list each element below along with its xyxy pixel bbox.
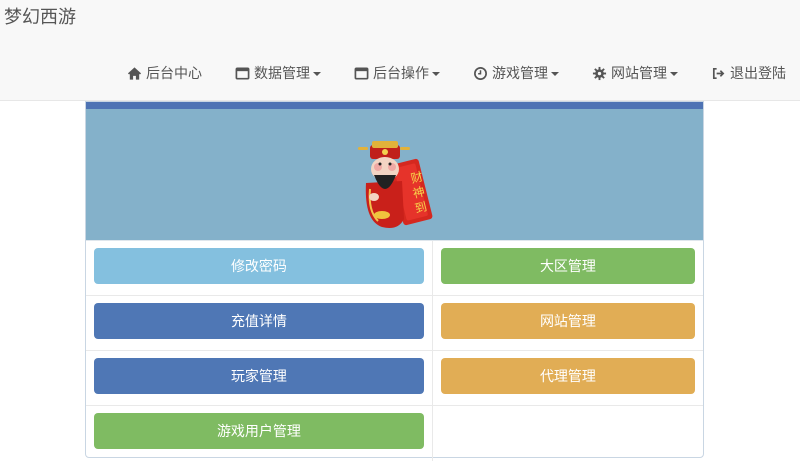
nav-label: 网站管理 [611, 66, 667, 82]
panel-header-strip [86, 102, 703, 109]
panel-banner: 财 神 到 [86, 109, 703, 241]
empty-cell [433, 406, 703, 461]
action-row: 玩家管理 代理管理 [86, 351, 703, 406]
gear-icon [591, 65, 607, 81]
logout-icon [710, 65, 726, 81]
nav-item-logout[interactable]: 退出登陆 [710, 63, 786, 83]
caret-down-icon [313, 72, 321, 76]
change-password-button[interactable]: 修改密码 [94, 248, 424, 284]
svg-text:财: 财 [409, 169, 424, 185]
clock-icon [472, 65, 488, 81]
region-management-button[interactable]: 大区管理 [440, 248, 695, 284]
action-row: 充值详情 网站管理 [86, 296, 703, 351]
caret-down-icon [670, 72, 678, 76]
nav-label: 数据管理 [254, 66, 310, 82]
nav-item-website-management[interactable]: 网站管理 [591, 63, 678, 83]
agent-management-button[interactable]: 代理管理 [440, 358, 695, 394]
nav-label: 后台中心 [146, 66, 202, 82]
top-navbar: 梦幻西游 后台中心 数据管理 后台操作 游戏管理 网站管理 退出登陆 [0, 0, 800, 101]
window-icon [353, 65, 369, 81]
action-grid: 修改密码 大区管理 充值详情 网站管理 玩家管理 代理管理 游戏用户管理 [86, 241, 703, 461]
action-row: 修改密码 大区管理 [86, 241, 703, 296]
caret-down-icon [432, 72, 440, 76]
action-cell: 修改密码 [86, 241, 433, 295]
action-row: 游戏用户管理 [86, 406, 703, 461]
window-icon [234, 65, 250, 81]
nav-label: 游戏管理 [492, 66, 548, 82]
nav-item-admin-center[interactable]: 后台中心 [126, 63, 202, 83]
main-nav: 后台中心 数据管理 后台操作 游戏管理 网站管理 退出登陆 [126, 58, 786, 88]
nav-label: 退出登陆 [730, 66, 786, 82]
dashboard-panel: 财 神 到 修改密码 大区管理 充值详情 网站管理 玩家管理 代理管理 游戏用户… [85, 101, 704, 461]
brand-title[interactable]: 梦幻西游 [4, 7, 76, 29]
action-cell: 网站管理 [433, 296, 703, 350]
action-cell: 玩家管理 [86, 351, 433, 405]
action-cell: 大区管理 [433, 241, 703, 295]
god-of-wealth-mascot-icon: 财 神 到 [358, 141, 433, 228]
player-management-button[interactable]: 玩家管理 [94, 358, 424, 394]
game-user-management-button[interactable]: 游戏用户管理 [94, 413, 424, 449]
action-cell: 充值详情 [86, 296, 433, 350]
nav-label: 后台操作 [373, 66, 429, 82]
website-management-button[interactable]: 网站管理 [440, 303, 695, 339]
action-cell: 代理管理 [433, 351, 703, 405]
home-icon [126, 65, 142, 81]
recharge-details-button[interactable]: 充值详情 [94, 303, 424, 339]
nav-item-game-management[interactable]: 游戏管理 [472, 63, 559, 83]
nav-item-data-management[interactable]: 数据管理 [234, 63, 321, 83]
nav-item-backend-operations[interactable]: 后台操作 [353, 63, 440, 83]
action-cell: 游戏用户管理 [86, 406, 433, 461]
caret-down-icon [551, 72, 559, 76]
